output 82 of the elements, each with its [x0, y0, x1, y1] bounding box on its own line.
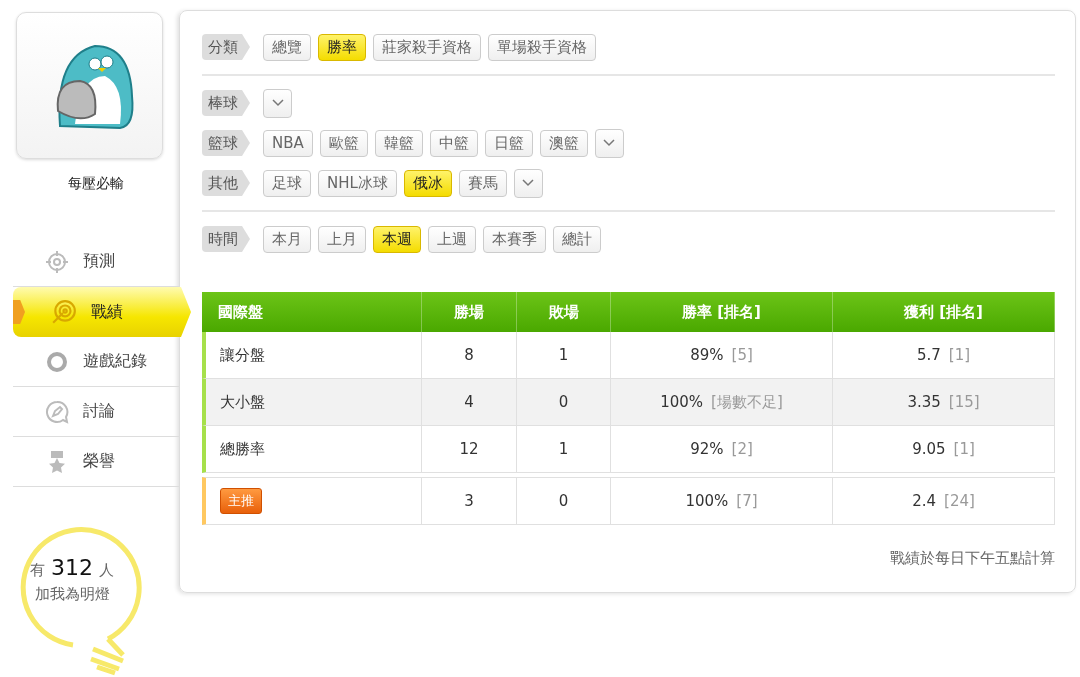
dropdown-button[interactable]: [594, 128, 624, 158]
filter-option[interactable]: 韓籃: [374, 129, 423, 157]
filter-option[interactable]: 總覽: [263, 33, 311, 61]
rate-value: 89%: [690, 346, 724, 364]
nav-label: 遊戲紀錄: [83, 351, 147, 372]
column-header: 勝場: [422, 292, 517, 332]
rank-text: [場數不足]: [711, 392, 783, 412]
filter-option[interactable]: 俄冰: [403, 169, 452, 197]
crosshair-icon: [45, 249, 69, 274]
chat-pencil-icon: [45, 399, 69, 424]
filter-option[interactable]: 本賽季: [483, 225, 546, 253]
filter-option[interactable]: 上週: [428, 225, 476, 253]
filter-option[interactable]: 中籃: [429, 129, 478, 157]
profit-value: 9.05: [912, 440, 946, 458]
rank-text: [2]: [731, 440, 753, 458]
filter-option[interactable]: 莊家殺手資格: [373, 33, 481, 61]
profit-value: 2.4: [912, 492, 937, 510]
table-cell: 3: [422, 477, 517, 525]
table-cell: 讓分盤: [202, 332, 422, 379]
table-cell: 大小盤: [202, 379, 422, 426]
filter-option[interactable]: 本月: [263, 225, 311, 253]
fan-caption: 加我為明燈: [33, 585, 111, 604]
rate-value: 92%: [690, 440, 724, 458]
nav-label: 預測: [83, 251, 115, 272]
filter-option[interactable]: NHL冰球: [318, 169, 397, 197]
rank-text: [1]: [948, 346, 971, 364]
nav-label: 戰績: [91, 301, 123, 323]
nav-item[interactable]: 榮譽: [13, 437, 179, 487]
chevron-down-icon: [271, 99, 284, 107]
table-cell: 0: [517, 477, 611, 525]
filter-option[interactable]: NBA: [263, 129, 313, 157]
filter-label: 棒球: [202, 90, 250, 116]
nav-label: 榮譽: [83, 451, 115, 472]
profit-value: 3.35: [907, 393, 941, 411]
pointer-icon: [13, 300, 25, 324]
filter-label: 分類: [202, 34, 250, 60]
nav-item[interactable]: 戰績: [13, 287, 191, 337]
rank-text: [15]: [948, 393, 980, 411]
filter-option[interactable]: 本週: [373, 225, 421, 253]
rate-value: 100%: [660, 393, 704, 411]
table-cell: 1: [517, 426, 611, 473]
column-header: 勝率 [排名]: [611, 292, 833, 332]
filter-label: 其他: [202, 170, 250, 196]
profit-value: 5.7: [916, 346, 941, 364]
filter-option[interactable]: 勝率: [318, 33, 366, 61]
rank-text: [1]: [953, 440, 975, 458]
rank-text: [7]: [736, 492, 758, 510]
filter-label: 時間: [202, 226, 250, 252]
dropdown-button[interactable]: [513, 168, 543, 198]
featured-badge: 主推: [220, 488, 262, 514]
filter-option[interactable]: 澳籃: [539, 129, 588, 157]
table-cell: 1: [517, 332, 611, 379]
table-cell: 8: [422, 332, 517, 379]
chevron-down-icon: [522, 179, 535, 187]
user-name: 每壓必輸: [67, 175, 125, 193]
table-cell: 總勝率: [202, 426, 422, 473]
filter-option[interactable]: 總計: [553, 225, 601, 253]
filter-option[interactable]: 賽馬: [458, 169, 507, 197]
filter-option[interactable]: 日籃: [484, 129, 533, 157]
nav-item[interactable]: 討論: [13, 387, 179, 437]
ring-icon: [45, 349, 69, 374]
footnote: 戰績於每日下午五點計算: [889, 549, 1055, 568]
column-header: 獲利 [排名]: [833, 292, 1055, 332]
nav-item[interactable]: 遊戲紀錄: [13, 337, 179, 387]
chevron-down-icon: [603, 139, 616, 147]
filter-label: 籃球: [202, 130, 250, 156]
column-header: 敗場: [517, 292, 611, 332]
rank-text: [24]: [944, 492, 975, 510]
fan-count: 有 312 人: [29, 555, 115, 580]
table-cell: 12: [422, 426, 517, 473]
column-header: 國際盤: [202, 292, 422, 332]
table-cell: 4: [422, 379, 517, 426]
filter-option[interactable]: 上月: [318, 225, 366, 253]
filter-option[interactable]: 單場殺手資格: [488, 33, 596, 61]
filter-option[interactable]: 足球: [263, 169, 311, 197]
dropdown-button[interactable]: [263, 88, 292, 118]
filter-option[interactable]: 歐籃: [319, 129, 368, 157]
rate-value: 100%: [685, 492, 729, 510]
nav-label: 討論: [83, 401, 115, 422]
target-icon: [51, 299, 77, 325]
table-cell: 0: [517, 379, 611, 426]
rank-text: [5]: [731, 346, 753, 364]
